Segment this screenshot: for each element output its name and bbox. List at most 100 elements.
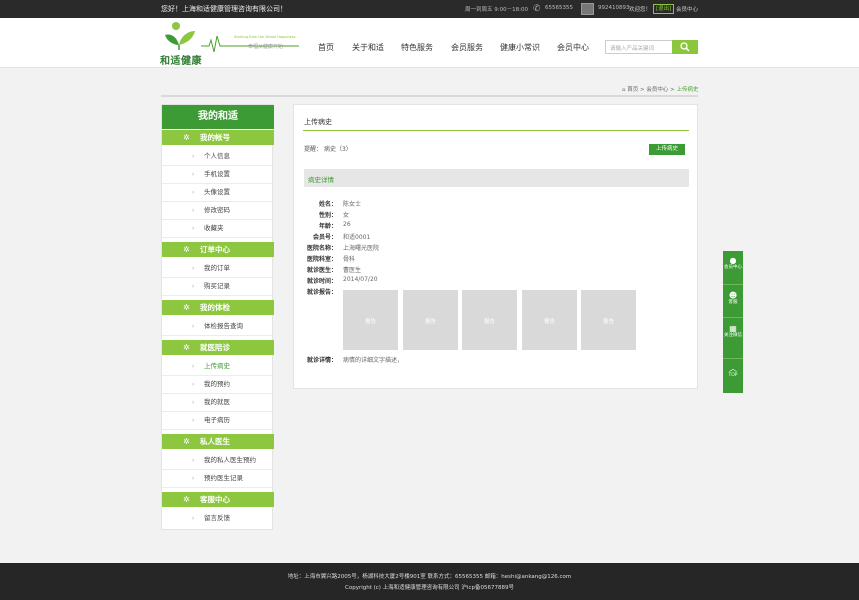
sidebar-item-phone[interactable]: › 手机设置 [162,166,274,184]
field-key: 就诊医生： [306,267,337,274]
nav-member-center[interactable]: 会员中心 [557,42,589,53]
sidebar-item-my-visits[interactable]: › 我的就医 [162,394,274,412]
field-key: 就诊时间： [306,278,337,285]
field-member-id-value: 和适0001 [343,234,371,241]
sidebar-item-label: 我的订单 [204,264,230,272]
sidebar-section-service: ✲ 客服中心 [162,492,274,507]
sidebar-item-appointments[interactable]: › 我的预约 [162,376,274,394]
chevron-right-icon: › [192,171,195,178]
report-thumbnail[interactable]: 报告 [403,290,458,350]
breadcrumb: ⌂ 首页 > 会员中心 > 上传病史 [622,85,699,93]
reminder-label: 提醒： [304,146,323,153]
sidebar-item-doctor-booking[interactable]: › 我的私人医生预约 [162,452,274,470]
divider [161,95,698,97]
report-thumbnail[interactable]: 报告 [522,290,577,350]
report-thumbnail[interactable]: 报告 [343,290,398,350]
section-label: 客服中心 [200,495,230,504]
report-label: 报告 [602,319,614,325]
sidebar-item-label: 体检报告查询 [204,322,243,330]
gear-icon: ✲ [183,245,190,254]
sidebar-item-profile[interactable]: › 个人信息 [162,148,274,166]
chevron-right-icon: › [192,207,195,214]
qr-code-icon: ▦ [729,324,737,333]
field-key: 就诊报告： [306,289,337,296]
sidebar-item-doctor-records[interactable]: › 预约医生记录 [162,470,274,488]
sidebar-item-report-query[interactable]: › 体检报告查询 [162,318,274,336]
section-label: 我的体检 [200,303,230,312]
history-count[interactable]: 病史（3） [324,146,352,153]
sidebar-section-medical: ✲ 就医陪诊 [162,340,274,355]
sidebar-item-avatar[interactable]: › 头像设置 [162,184,274,202]
field-date-value: 2014/07/20 [343,276,378,283]
float-wechat[interactable]: ▦ 关注微信 [723,324,743,338]
field-name-value: 陈女士 [343,201,362,208]
chevron-right-icon: › [192,475,195,482]
main-panel: 上传病史 提醒： 病史（3） 上传病史 病史详情 姓名： 陈女士 性别： 女 年龄：… [293,104,698,389]
float-member-center[interactable]: ● 会员中心 [723,256,743,270]
footer-contact: 地址：上海市翼兴路2005号，杨湖科技大厦2号楼901室 联系方式：655653… [287,574,572,580]
report-thumbnail[interactable]: 报告 [462,290,517,350]
avatar[interactable] [581,3,594,15]
breadcrumb-current: 上传病史 [676,87,699,93]
sidebar-item-label: 手机设置 [204,170,230,178]
sidebar-item-label: 修改密码 [204,206,230,214]
chat-icon: ☻ [728,291,738,300]
welcome-text: 您好！上海和适健康管理咨询有限公司！ [161,5,287,13]
username[interactable]: 992410893 [598,5,630,11]
search-input[interactable]: 请输入产品关键词 [605,40,673,54]
report-thumbnail[interactable]: 报告 [581,290,636,350]
breadcrumb-member-center[interactable]: 会员中心 [646,87,668,93]
field-gender-value: 女 [343,212,350,219]
footer-copyright: Copyright (c) 上海和适健康管理咨询有限公司 沪icp备056778… [345,585,514,591]
logout-link[interactable]: [退出] [653,4,675,14]
sidebar-item-label: 我的私人医生预约 [204,456,256,464]
slogan-english: Starting from the Whole Happiness [234,35,296,39]
detail-title: 病史详情 [308,176,334,184]
float-back-to-top[interactable]: ︿ TOP [723,364,743,378]
breadcrumb-home[interactable]: 首页 [627,87,638,93]
field-key: 性别： [318,212,337,219]
chevron-right-icon: › [192,399,195,406]
sidebar-item-label: 个人信息 [204,152,230,160]
sidebar-section-account: ✲ 我的帐号 [162,130,274,145]
float-label: TOP [728,373,738,378]
nav-health-tips[interactable]: 健康小常识 [500,42,540,53]
sidebar-item-label: 预约医生记录 [204,474,243,482]
float-customer-service[interactable]: ☻ 客服 [723,291,743,305]
report-label: 报告 [543,319,555,325]
sidebar-item-purchase-history[interactable]: › 购买记录 [162,278,274,296]
site-footer: 地址：上海市翼兴路2005号，杨湖科技大厦2号楼901室 联系方式：655653… [0,563,859,600]
sidebar-item-label: 上传病史 [204,362,230,370]
sidebar-item-my-orders[interactable]: › 我的订单 [162,260,274,278]
float-label: 客服 [728,300,738,305]
member-center-link[interactable]: 会员中心 [676,5,698,13]
chevron-right-icon: › [192,515,195,522]
chevron-right-icon: › [192,457,195,464]
gear-icon: ✲ [183,495,190,504]
detail-header: 病史详情 [304,169,689,187]
sidebar-item-label: 我的预约 [204,380,230,388]
sidebar-item-upload-history[interactable]: › 上传病史 [162,358,274,376]
nav-about[interactable]: 关于和适 [352,42,384,53]
field-key: 医院科室： [306,256,337,263]
sidebar-item-emr[interactable]: › 电子病历 [162,412,274,430]
nav-services[interactable]: 特色服务 [401,42,433,53]
sidebar-item-feedback[interactable]: › 留言反馈 [162,510,274,528]
search-button[interactable] [672,40,698,54]
sidebar-title: 我的和适 [162,105,274,129]
logo-icon[interactable] [163,21,197,51]
chevron-right-icon: › [192,417,195,424]
upload-history-button[interactable]: 上传病史 [649,144,685,155]
search-icon [680,42,690,52]
nav-member-services[interactable]: 会员服务 [451,42,483,53]
visit-description: 病情的详细文字描述， [343,357,404,364]
page-title: 上传病史 [304,118,332,126]
sidebar-item-label: 我的就医 [204,398,230,406]
welcome-label: 欢迎您！ [629,7,652,13]
report-label: 报告 [364,319,376,325]
section-label: 订单中心 [200,245,230,254]
sidebar-item-password[interactable]: › 修改密码 [162,202,274,220]
sidebar-item-favorites[interactable]: › 收藏夹 [162,220,274,238]
nav-home[interactable]: 首页 [318,42,334,53]
sidebar-section-orders: ✲ 订单中心 [162,242,274,257]
